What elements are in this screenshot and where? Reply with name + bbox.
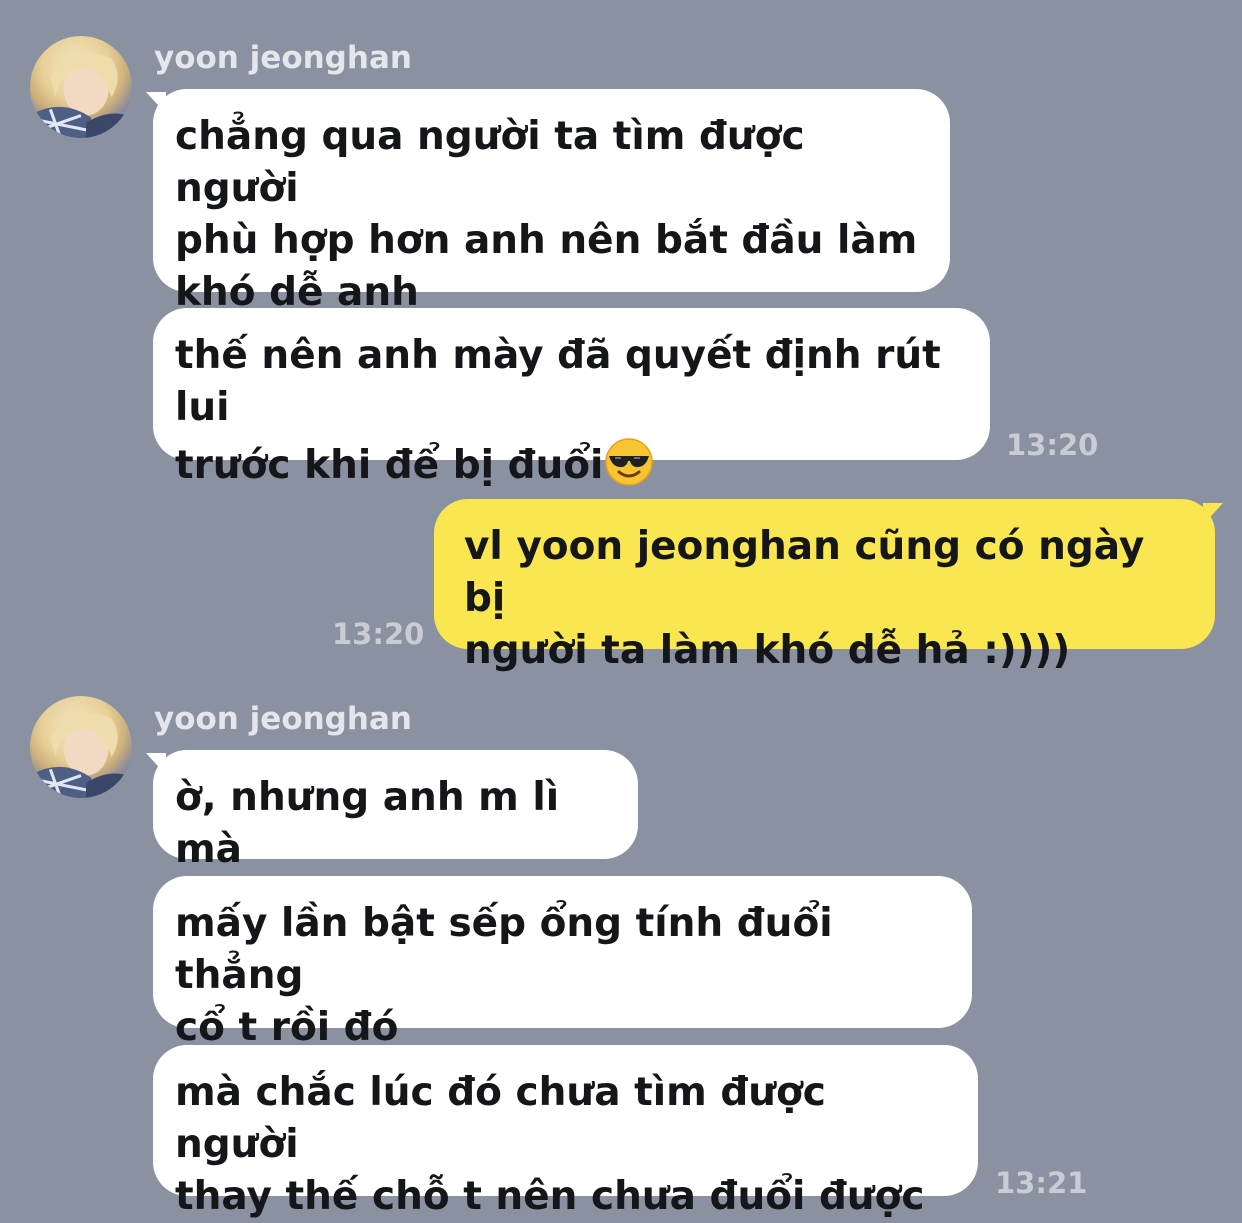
avatar-photo (30, 52, 132, 138)
avatar[interactable] (30, 36, 132, 138)
message-bubble[interactable]: mấy lần bật sếp ổng tính đuổi thẳng cổ t… (153, 876, 972, 1050)
avatar[interactable] (30, 696, 132, 798)
message-text: thế nên anh mày đã quyết định rút lui tr… (175, 333, 941, 488)
smiling-face-with-sunglasses-icon (603, 434, 655, 486)
message-bubble[interactable]: vl yoon jeonghan cũng có ngày bị người t… (434, 499, 1215, 673)
message-bubble[interactable]: thế nên anh mày đã quyết định rút lui tr… (153, 308, 990, 488)
message-bubble[interactable]: mà chắc lúc đó chưa tìm được người thay … (153, 1045, 978, 1219)
message-bubble[interactable]: chẳng qua người ta tìm được người phù hợ… (153, 89, 950, 315)
message-timestamp: 13:20 (332, 617, 425, 651)
message-bubble[interactable]: ờ, nhưng anh m lì mà (153, 750, 638, 872)
message-timestamp: 13:21 (995, 1166, 1088, 1200)
sender-name: yoon jeonghan (154, 701, 412, 737)
message-timestamp: 13:20 (1006, 428, 1099, 462)
avatar-photo (30, 712, 132, 798)
sender-name: yoon jeonghan (154, 40, 412, 76)
